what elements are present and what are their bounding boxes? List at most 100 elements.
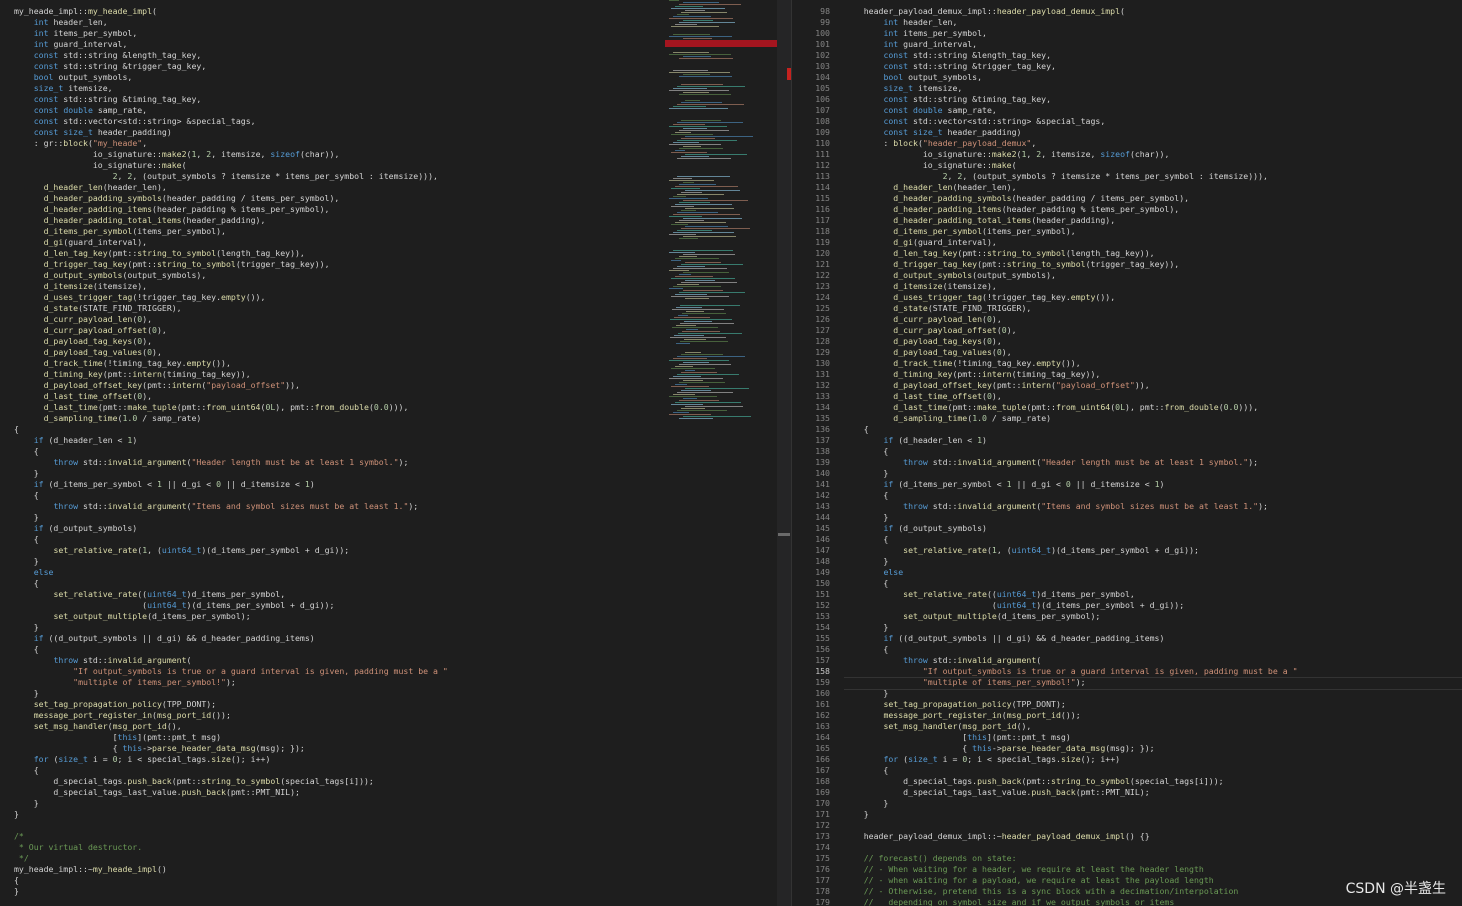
right-code-line[interactable]: 102 const std::string &length_tag_key, — [792, 50, 1462, 61]
right-editor-pane[interactable]: 98 header_payload_demux_impl::header_pay… — [792, 0, 1462, 906]
right-code-line[interactable]: 123 d_itemsize(itemsize), — [792, 281, 1462, 292]
left-code-line[interactable]: d_last_time_offset(0), — [0, 391, 665, 402]
right-code-line[interactable]: 107 const double samp_rate, — [792, 105, 1462, 116]
right-code-line[interactable]: 165 { this->parse_header_data_msg(msg); … — [792, 743, 1462, 754]
left-code-line[interactable]: const double samp_rate, — [0, 105, 665, 116]
left-code-line[interactable]: [this](pmt::pmt_t msg) — [0, 732, 665, 743]
left-code-line[interactable]: size_t itemsize, — [0, 83, 665, 94]
left-code-line[interactable]: if (d_output_symbols) — [0, 523, 665, 534]
left-code-line[interactable]: d_timing_key(pmt::intern(timing_tag_key)… — [0, 369, 665, 380]
right-code-line[interactable]: 170 } — [792, 798, 1462, 809]
right-code-line[interactable]: 125 d_state(STATE_FIND_TRIGGER), — [792, 303, 1462, 314]
right-code-line[interactable]: 104 bool output_symbols, — [792, 72, 1462, 83]
left-code-line[interactable]: int guard_interval, — [0, 39, 665, 50]
right-code-line[interactable]: 141 if (d_items_per_symbol < 1 || d_gi <… — [792, 479, 1462, 490]
right-code-line[interactable]: 100 int items_per_symbol, — [792, 28, 1462, 39]
right-code-line[interactable]: 147 set_relative_rate(1, (uint64_t)(d_it… — [792, 545, 1462, 556]
left-code-line[interactable]: throw std::invalid_argument("Header leng… — [0, 457, 665, 468]
left-code-line[interactable]: { — [0, 875, 665, 886]
scrollbar-thumb[interactable] — [778, 533, 790, 536]
left-code-line[interactable]: d_len_tag_key(pmt::string_to_symbol(leng… — [0, 248, 665, 259]
left-code-line[interactable]: my_heade_impl::my_heade_impl( — [0, 6, 665, 17]
right-code-line[interactable]: 108 const std::vector<std::string> &spec… — [792, 116, 1462, 127]
left-code-line[interactable]: d_special_tags.push_back(pmt::string_to_… — [0, 776, 665, 787]
right-code-line[interactable]: 167 { — [792, 765, 1462, 776]
right-code-line[interactable]: 161 set_tag_propagation_policy(TPP_DONT)… — [792, 699, 1462, 710]
right-code-line[interactable]: 124 d_uses_trigger_tag(!trigger_tag_key.… — [792, 292, 1462, 303]
left-code-line[interactable]: my_heade_impl::~my_heade_impl() — [0, 864, 665, 875]
right-code-line[interactable]: 136 { — [792, 424, 1462, 435]
left-code-line[interactable]: if (d_header_len < 1) — [0, 435, 665, 446]
left-code-line[interactable]: throw std::invalid_argument( — [0, 655, 665, 666]
right-code-line[interactable]: 159 "multiple of items_per_symbol!"); — [792, 677, 1462, 688]
right-code-line[interactable]: 121 d_trigger_tag_key(pmt::string_to_sym… — [792, 259, 1462, 270]
right-code-line[interactable]: 143 throw std::invalid_argument("Items a… — [792, 501, 1462, 512]
right-code-line[interactable]: 157 throw std::invalid_argument( — [792, 655, 1462, 666]
left-code-line[interactable]: d_curr_payload_offset(0), — [0, 325, 665, 336]
right-code-line[interactable]: 120 d_len_tag_key(pmt::string_to_symbol(… — [792, 248, 1462, 259]
left-code-line[interactable]: } — [0, 512, 665, 523]
left-code-line[interactable]: : gr::block("my_heade", — [0, 138, 665, 149]
left-editor-pane[interactable]: my_heade_impl::my_heade_impl( int header… — [0, 0, 665, 906]
right-code-line[interactable]: 146 { — [792, 534, 1462, 545]
right-code-line[interactable]: 114 d_header_len(header_len), — [792, 182, 1462, 193]
left-code-line[interactable]: d_itemsize(itemsize), — [0, 281, 665, 292]
right-code-line[interactable]: 160 } — [792, 688, 1462, 699]
left-code-line[interactable]: d_header_padding_symbols(header_padding … — [0, 193, 665, 204]
left-code-line[interactable]: 2, 2, (output_symbols ? itemsize * items… — [0, 171, 665, 182]
left-code-line[interactable]: const std::string &timing_tag_key, — [0, 94, 665, 105]
left-code-line[interactable]: message_port_register_in(msg_port_id()); — [0, 710, 665, 721]
right-code-line[interactable]: 111 io_signature::make2(1, 2, itemsize, … — [792, 149, 1462, 160]
right-code-line[interactable]: 148 } — [792, 556, 1462, 567]
left-code-line[interactable]: d_uses_trigger_tag(!trigger_tag_key.empt… — [0, 292, 665, 303]
left-code-line[interactable]: io_signature::make2(1, 2, itemsize, size… — [0, 149, 665, 160]
right-code-line[interactable]: 176 // - When waiting for a header, we r… — [792, 864, 1462, 875]
right-code-line[interactable]: 158 "If output_symbols is true or a guar… — [792, 666, 1462, 690]
right-code-line[interactable]: 173 header_payload_demux_impl::~header_p… — [792, 831, 1462, 842]
right-code-line[interactable]: 162 message_port_register_in(msg_port_id… — [792, 710, 1462, 721]
right-code-line[interactable]: 145 if (d_output_symbols) — [792, 523, 1462, 534]
right-code-line[interactable]: 133 d_last_time_offset(0), — [792, 391, 1462, 402]
right-code-line[interactable]: 129 d_payload_tag_values(0), — [792, 347, 1462, 358]
right-code-line[interactable]: 131 d_timing_key(pmt::intern(timing_tag_… — [792, 369, 1462, 380]
right-code-line[interactable]: 134 d_last_time(pmt::make_tuple(pmt::fro… — [792, 402, 1462, 413]
left-code-line[interactable]: { — [0, 534, 665, 545]
left-code-line[interactable]: d_trigger_tag_key(pmt::string_to_symbol(… — [0, 259, 665, 270]
right-code-line[interactable]: 101 int guard_interval, — [792, 39, 1462, 50]
left-code-line[interactable]: d_payload_tag_values(0), — [0, 347, 665, 358]
left-code-line[interactable]: } — [0, 809, 665, 820]
right-code-line[interactable]: 127 d_curr_payload_offset(0), — [792, 325, 1462, 336]
right-code-line[interactable]: 128 d_payload_tag_keys(0), — [792, 336, 1462, 347]
left-code-line[interactable]: d_output_symbols(output_symbols), — [0, 270, 665, 281]
right-code-line[interactable]: 179 // depending on symbol size and if w… — [792, 897, 1462, 906]
left-code-line[interactable]: set_output_multiple(d_items_per_symbol); — [0, 611, 665, 622]
left-code-line[interactable]: if ((d_output_symbols || d_gi) && d_head… — [0, 633, 665, 644]
right-code-line[interactable]: 164 [this](pmt::pmt_t msg) — [792, 732, 1462, 743]
right-code-line[interactable]: 153 set_output_multiple(d_items_per_symb… — [792, 611, 1462, 622]
left-code-line[interactable]: bool output_symbols, — [0, 72, 665, 83]
left-code-line[interactable]: d_payload_offset_key(pmt::intern("payloa… — [0, 380, 665, 391]
right-code-view[interactable]: 98 header_payload_demux_impl::header_pay… — [792, 0, 1462, 906]
right-code-line[interactable]: 117 d_header_padding_total_items(header_… — [792, 215, 1462, 226]
right-code-line[interactable]: 112 io_signature::make( — [792, 160, 1462, 171]
left-code-line[interactable]: set_relative_rate((uint64_t)d_items_per_… — [0, 589, 665, 600]
right-code-line[interactable]: 156 { — [792, 644, 1462, 655]
left-code-line[interactable]: "multiple of items_per_symbol!"); — [0, 677, 665, 688]
right-code-line[interactable]: 137 if (d_header_len < 1) — [792, 435, 1462, 446]
left-code-line[interactable]: { — [0, 490, 665, 501]
left-code-line[interactable]: d_header_len(header_len), — [0, 182, 665, 193]
right-code-line[interactable]: 155 if ((d_output_symbols || d_gi) && d_… — [792, 633, 1462, 644]
right-code-line[interactable]: 144 } — [792, 512, 1462, 523]
left-scrollbar[interactable] — [777, 0, 791, 906]
right-code-line[interactable]: 138 { — [792, 446, 1462, 457]
right-code-line[interactable]: 106 const std::string &timing_tag_key, — [792, 94, 1462, 105]
right-code-line[interactable]: 152 (uint64_t)(d_items_per_symbol + d_gi… — [792, 600, 1462, 611]
left-code-line[interactable]: */ — [0, 853, 665, 864]
right-code-line[interactable]: 149 else — [792, 567, 1462, 578]
left-code-line[interactable]: (uint64_t)(d_items_per_symbol + d_gi)); — [0, 600, 665, 611]
left-code-line[interactable]: /* — [0, 831, 665, 842]
left-code-line[interactable]: } — [0, 556, 665, 567]
left-code-line[interactable]: { this->parse_header_data_msg(msg); }); — [0, 743, 665, 754]
left-code-view[interactable]: my_heade_impl::my_heade_impl( int header… — [0, 0, 665, 897]
right-code-line[interactable]: 171 } — [792, 809, 1462, 820]
